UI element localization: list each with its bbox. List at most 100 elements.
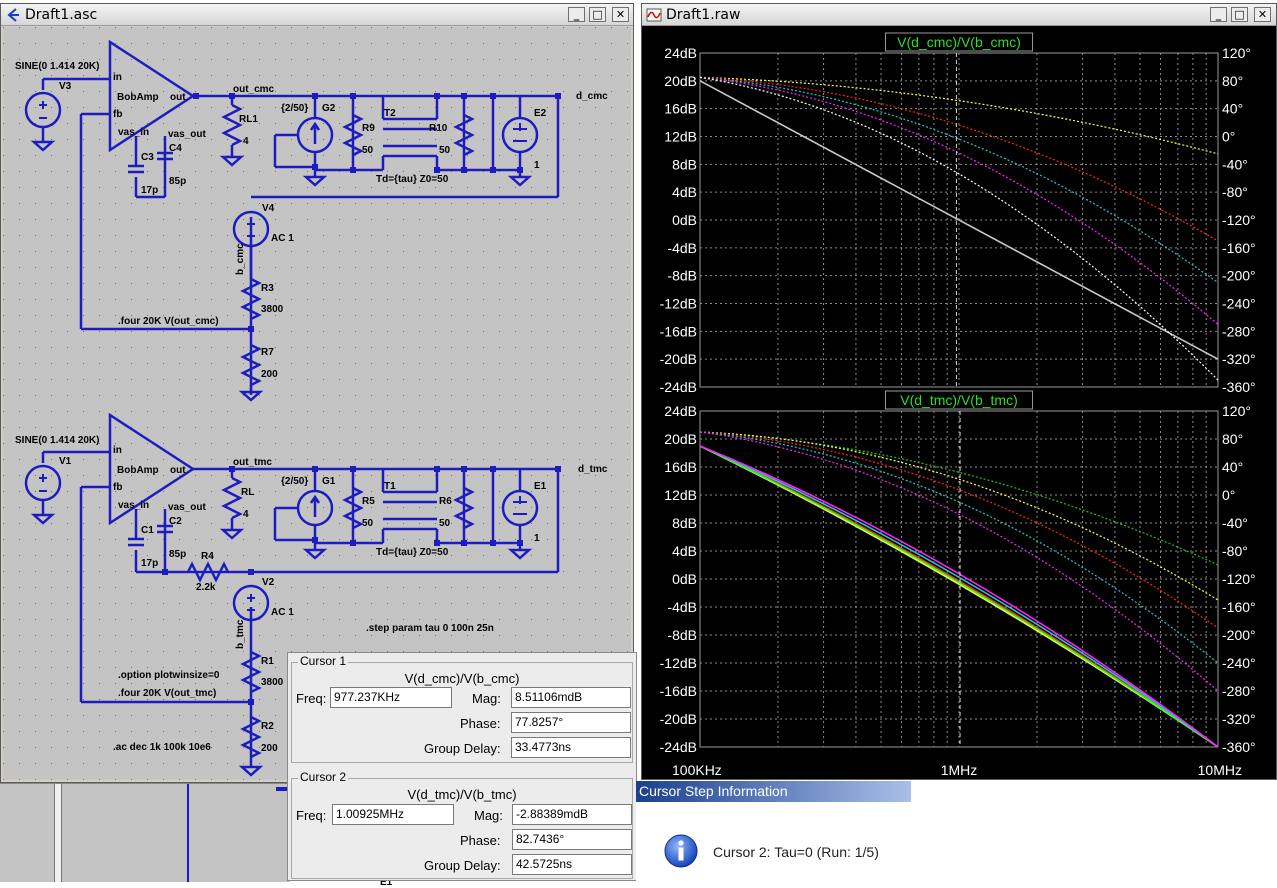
step-info-body: Cursor 2: Tau=0 (Run: 1/5) (636, 802, 1277, 881)
c1-label: C1 (141, 525, 154, 536)
y-tick-phase-label: 0° (1222, 129, 1235, 145)
y-tick-db-label: 12dB (664, 129, 697, 145)
cursor1-phase-field[interactable]: 77.8257° (511, 712, 631, 733)
e2-label: E2 (534, 108, 547, 119)
y-tick-phase-label: 40° (1222, 101, 1243, 117)
background-wire (187, 784, 189, 882)
v2-label: V2 (262, 577, 275, 588)
r3-value: 3800 (261, 304, 284, 315)
cursor2-mag-field[interactable]: -2.88389mdB (512, 804, 632, 825)
step-info-titlebar[interactable]: Cursor Step Information (636, 781, 911, 802)
schematic-titlebar[interactable]: Draft1.asc _ □ ✕ (1, 4, 633, 26)
opamp-top-vasout: vas_out (168, 129, 206, 140)
y-tick-phase-label: -200° (1222, 268, 1256, 284)
opamp-top-out: out (170, 92, 186, 103)
rl-label: RL (241, 487, 254, 498)
x-tick-label: 10MHz (1198, 762, 1242, 778)
r10-value: 50 (439, 145, 451, 156)
y-tick-phase-label: -40° (1222, 156, 1248, 172)
cursor1-group-delay-field[interactable]: 33.4773ns (511, 737, 631, 758)
cursor2-phase-field[interactable]: 82.7436° (512, 829, 632, 850)
background-window-edge (54, 784, 62, 882)
cursor2-group-delay-field[interactable]: 42.5725ns (512, 854, 632, 875)
r1-value: 3800 (261, 677, 284, 688)
b-tmc-label: b_tmc (235, 619, 246, 649)
y-tick-db-label: -24dB (660, 379, 697, 395)
out-tmc-label: out_tmc (233, 457, 272, 468)
y-tick-db-label: -8dB (667, 268, 697, 284)
opamp-bottom-in: in (113, 445, 122, 456)
plot-window[interactable]: Draft1.raw _ □ ✕ 24dB 20dB 16dB 12dB 8dB 4dB 0… (641, 3, 1277, 780)
close-button[interactable]: ✕ (612, 7, 629, 22)
four-tmc-directive: .four 20K V(out_tmc) (118, 688, 216, 699)
ac-bottom-label: AC 1 (271, 607, 294, 618)
v1-label: V1 (59, 456, 72, 467)
r6-value: 50 (439, 518, 451, 529)
y-tick-db-label: 8dB (672, 156, 697, 172)
c3-label: C3 (141, 152, 154, 163)
cursor2-freq-field[interactable]: 1.00925MHz (332, 804, 454, 825)
y-tick-db-label: 4dB (672, 184, 697, 200)
y-tick-db-label: 8dB (672, 515, 697, 531)
t2-label: T2 (384, 108, 396, 119)
r4-label: R4 (201, 551, 214, 562)
plot-minimize-button[interactable]: _ (1210, 7, 1227, 22)
four-cmc-directive: .four 20K V(out_cmc) (118, 316, 219, 327)
maximize-button[interactable]: □ (589, 7, 606, 22)
cursor1-mag-field[interactable]: 8.51106mdB (511, 687, 631, 708)
opamp-top-in: in (113, 72, 122, 83)
r10-label: R10 (429, 123, 448, 134)
y-tick-db-label: -16dB (660, 323, 697, 339)
plot-titlebar[interactable]: Draft1.raw _ □ ✕ (642, 4, 1276, 26)
minimize-button[interactable]: _ (568, 7, 585, 22)
opamp-top-name: BobAmp (117, 92, 159, 103)
v4-label: V4 (262, 203, 275, 214)
schematic-app-icon (7, 8, 19, 22)
cursor2-freq-label: Freq: (296, 808, 327, 823)
g1-label: G1 (322, 476, 336, 487)
b-cmc-label: b_cmc (235, 243, 246, 275)
opamp-top-vasin: vas_in (118, 127, 149, 138)
r7-label: R7 (261, 347, 274, 358)
r9-label: R9 (362, 123, 375, 134)
y-tick-db-label: -4dB (667, 240, 697, 256)
td-top-label: Td={tau} Z0=50 (376, 174, 449, 185)
y-tick-db-label: -20dB (660, 711, 697, 727)
y-tick-db-label: -8dB (667, 627, 697, 643)
opamp-bottom-fb: fb (113, 482, 122, 493)
cursor1-freq-field[interactable]: 977.237KHz (330, 687, 452, 708)
y-tick-phase-label: -240° (1222, 296, 1256, 312)
d-cmc-label: d_cmc (576, 91, 608, 102)
y-tick-db-label: -12dB (660, 296, 697, 312)
plot-maximize-button[interactable]: □ (1231, 7, 1248, 22)
y-tick-db-label: -16dB (660, 683, 697, 699)
y-tick-phase-label: -160° (1222, 599, 1256, 615)
y-tick-phase-label: 0° (1222, 487, 1235, 503)
d-tmc-label: d_tmc (578, 464, 608, 475)
cursor-panel: Cursor 1 V(d_cmc)/V(b_cmc) Freq: 977.237… (287, 652, 637, 881)
step-info-message: Cursor 2: Tau=0 (Run: 1/5) (713, 844, 879, 860)
y-tick-phase-label: -320° (1222, 351, 1256, 367)
rl1-label: RL1 (239, 114, 258, 125)
sine-bottom-label: SINE(0 1.414 20K) (15, 435, 100, 446)
r3-label: R3 (261, 283, 274, 294)
c2-value: 85p (169, 549, 186, 560)
info-icon (664, 834, 698, 868)
cursor1-mag-label: Mag: (472, 691, 501, 706)
y-tick-phase-label: 40° (1222, 459, 1243, 475)
e1-label: E1 (534, 481, 547, 492)
plot-close-button[interactable]: ✕ (1254, 7, 1271, 22)
y-tick-phase-label: -280° (1222, 323, 1256, 339)
plot-area[interactable]: 24dB 20dB 16dB 12dB 8dB 4dB 0dB -4dB -8dB -12dB -1… (642, 27, 1276, 779)
g2-label: G2 (322, 103, 336, 114)
y-tick-db-label: 24dB (664, 45, 697, 61)
opamp-bottom-out: out (170, 465, 186, 476)
r9-value: 50 (362, 145, 374, 156)
v3-label: V3 (59, 81, 72, 92)
bode-plot[interactable]: 24dB 20dB 16dB 12dB 8dB 4dB 0dB -4dB -8dB -12dB -1… (642, 27, 1276, 779)
c3-value: 17p (141, 185, 158, 196)
cursor1-group: Cursor 1 V(d_cmc)/V(b_cmc) Freq: 977.237… (291, 654, 633, 763)
y-tick-db-label: 20dB (664, 73, 697, 89)
y-tick-phase-label: -360° (1222, 739, 1256, 755)
y-tick-db-label: 16dB (664, 101, 697, 117)
